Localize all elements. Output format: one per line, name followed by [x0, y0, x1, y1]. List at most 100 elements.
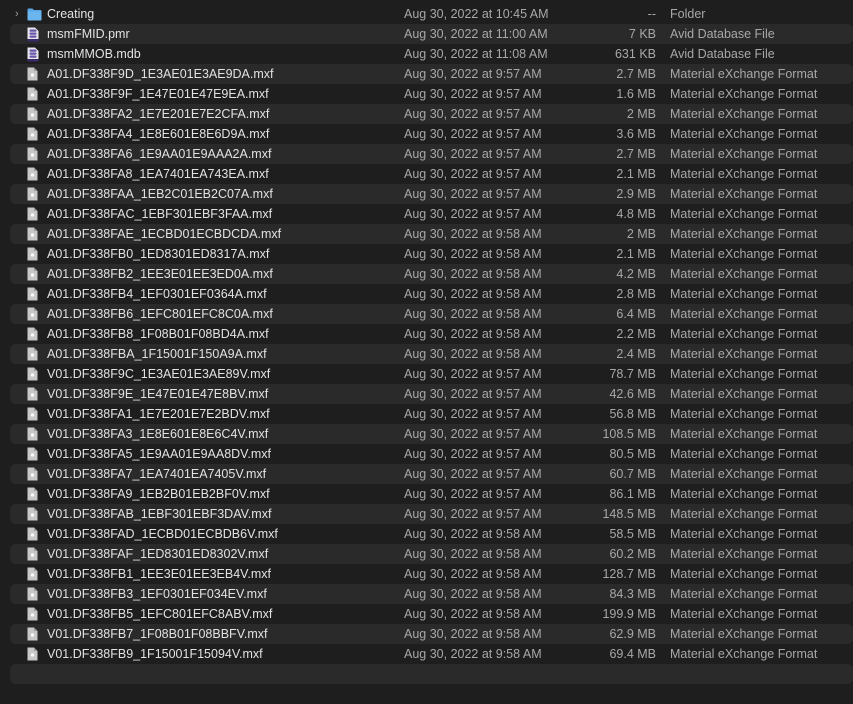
- file-size: 631 KB: [614, 47, 656, 61]
- chevron-right-icon[interactable]: ›: [15, 4, 25, 24]
- file-row[interactable]: V01.DF338FA1_1E7E201E7E2BDV.mxf Aug 30, 2…: [0, 404, 853, 424]
- file-row[interactable]: V01.DF338FB5_1EFC801EFC8ABV.mxf Aug 30, 2…: [0, 604, 853, 624]
- file-size: 2 MB: [626, 107, 656, 121]
- file-date-modified: Aug 30, 2022 at 9:57 AM: [404, 407, 542, 421]
- file-kind: Material eXchange Format: [670, 267, 818, 281]
- file-row[interactable]: V01.DF338FA9_1EB2B01EB2BF0V.mxf Aug 30, 2…: [0, 484, 853, 504]
- file-row[interactable]: V01.DF338F9E_1E47E01E47E8BV.mxf Aug 30, 2…: [10, 384, 853, 404]
- file-kind: Material eXchange Format: [670, 587, 818, 601]
- file-row[interactable]: msmFMID.pmr Aug 30, 2022 at 11:00 AM 7 KB A…: [10, 24, 853, 44]
- file-size: 148.5 MB: [602, 507, 656, 521]
- file-size: 2.7 MB: [616, 67, 656, 81]
- file-row[interactable]: V01.DF338FB9_1F15001F15094V.mxf Aug 30, 2…: [0, 644, 853, 664]
- file-date-modified: Aug 30, 2022 at 11:00 AM: [404, 27, 548, 41]
- file-date-modified: Aug 30, 2022 at 9:57 AM: [404, 487, 542, 501]
- file-row[interactable]: A01.DF338FB2_1EE3E01EE3ED0A.mxf Aug 30, 2…: [10, 264, 853, 284]
- file-row[interactable]: V01.DF338FB3_1EF0301EF034EV.mxf Aug 30, 2…: [10, 584, 853, 604]
- file-row[interactable]: V01.DF338FAF_1ED8301ED8302V.mxf Aug 30, 2…: [10, 544, 853, 564]
- file-kind: Material eXchange Format: [670, 367, 818, 381]
- file-row[interactable]: A01.DF338F9F_1E47E01E47E9EA.mxf Aug 30, 2…: [0, 84, 853, 104]
- file-date-modified: Aug 30, 2022 at 9:57 AM: [404, 427, 542, 441]
- file-size: 108.5 MB: [602, 427, 656, 441]
- file-row[interactable]: › Creating Aug 30, 2022 at 10:45 AM -- Folde…: [0, 4, 853, 24]
- file-row[interactable]: V01.DF338FA3_1E8E601E8E6C4V.mxf Aug 30, 2…: [10, 424, 853, 444]
- file-kind: Avid Database File: [670, 27, 775, 41]
- file-kind: Material eXchange Format: [670, 147, 818, 161]
- file-row[interactable]: V01.DF338FA7_1EA7401EA7405V.mxf Aug 30, 2…: [10, 464, 853, 484]
- file-row[interactable]: V01.DF338FAD_1ECBD01ECBDB6V.mxf Aug 30, 2…: [0, 524, 853, 544]
- file-date-modified: Aug 30, 2022 at 9:58 AM: [404, 547, 542, 561]
- file-date-modified: Aug 30, 2022 at 9:57 AM: [404, 207, 542, 221]
- file-row[interactable]: V01.DF338FB7_1F08B01F08BBFV.mxf Aug 30, 2…: [10, 624, 853, 644]
- file-row[interactable]: A01.DF338FA4_1E8E601E8E6D9A.mxf Aug 30, 2…: [0, 124, 853, 144]
- file-row[interactable]: A01.DF338FAA_1EB2C01EB2C07A.mxf Aug 30, 2…: [10, 184, 853, 204]
- document-icon: [27, 567, 41, 581]
- document-icon: [27, 187, 41, 201]
- document-icon: [27, 67, 41, 81]
- file-size: 80.5 MB: [609, 447, 656, 461]
- file-kind: Material eXchange Format: [670, 107, 818, 121]
- file-row[interactable]: A01.DF338FBA_1F15001F150A9A.mxf Aug 30, 2…: [10, 344, 853, 364]
- file-name: V01.DF338F9E_1E47E01E47E8BV.mxf: [47, 387, 269, 401]
- file-kind: Material eXchange Format: [670, 187, 818, 201]
- file-date-modified: Aug 30, 2022 at 9:57 AM: [404, 447, 542, 461]
- file-row[interactable]: A01.DF338FB8_1F08B01F08BD4A.mxf Aug 30, 2…: [0, 324, 853, 344]
- file-size: 42.6 MB: [609, 387, 656, 401]
- file-row[interactable]: A01.DF338FB4_1EF0301EF0364A.mxf Aug 30, 2…: [0, 284, 853, 304]
- file-row[interactable]: V01.DF338FA5_1E9AA01E9AA8DV.mxf Aug 30, 2…: [0, 444, 853, 464]
- file-size: 60.2 MB: [609, 547, 656, 561]
- file-size: 4.8 MB: [616, 207, 656, 221]
- file-row[interactable]: A01.DF338FB0_1ED8301ED8317A.mxf Aug 30, 2…: [0, 244, 853, 264]
- file-row[interactable]: A01.DF338FB6_1EFC801EFC8C0A.mxf Aug 30, 2…: [10, 304, 853, 324]
- file-row[interactable]: A01.DF338FA8_1EA7401EA743EA.mxf Aug 30, 2…: [0, 164, 853, 184]
- file-name: A01.DF338FA8_1EA7401EA743EA.mxf: [47, 167, 269, 181]
- file-kind: Material eXchange Format: [670, 347, 818, 361]
- file-list: › Creating Aug 30, 2022 at 10:45 AM -- Folde…: [0, 4, 853, 704]
- file-date-modified: Aug 30, 2022 at 9:58 AM: [404, 267, 542, 281]
- file-row[interactable]: A01.DF338FAC_1EBF301EBF3FAA.mxf Aug 30, 2…: [0, 204, 853, 224]
- document-icon: [27, 327, 41, 341]
- file-kind: Material eXchange Format: [670, 227, 818, 241]
- file-name: A01.DF338FB2_1EE3E01EE3ED0A.mxf: [47, 267, 273, 281]
- file-name: A01.DF338FAA_1EB2C01EB2C07A.mxf: [47, 187, 273, 201]
- file-date-modified: Aug 30, 2022 at 9:58 AM: [404, 607, 542, 621]
- file-size: 2 MB: [626, 227, 656, 241]
- file-name: V01.DF338FAF_1ED8301ED8302V.mxf: [47, 547, 269, 561]
- file-name: A01.DF338FA4_1E8E601E8E6D9A.mxf: [47, 127, 270, 141]
- document-icon: [27, 587, 41, 601]
- document-icon: [27, 627, 41, 641]
- file-row[interactable]: A01.DF338FAE_1ECBD01ECBDCDA.mxf Aug 30, 2…: [10, 224, 853, 244]
- file-row[interactable]: V01.DF338FAB_1EBF301EBF3DAV.mxf Aug 30, 2…: [10, 504, 853, 524]
- document-icon: [27, 607, 41, 621]
- file-kind: Material eXchange Format: [670, 407, 818, 421]
- file-row[interactable]: A01.DF338FA6_1E9AA01E9AAA2A.mxf Aug 30, 2…: [10, 144, 853, 164]
- file-name: V01.DF338FB7_1F08B01F08BBFV.mxf: [47, 627, 268, 641]
- file-row[interactable]: V01.DF338F9C_1E3AE01E3AE89V.mxf Aug 30, 2…: [0, 364, 853, 384]
- file-row[interactable]: A01.DF338F9D_1E3AE01E3AE9DA.mxf Aug 30, 2…: [10, 64, 853, 84]
- file-name: A01.DF338F9F_1E47E01E47E9EA.mxf: [47, 87, 269, 101]
- file-kind: Material eXchange Format: [670, 447, 818, 461]
- file-name: A01.DF338FB0_1ED8301ED8317A.mxf: [47, 247, 270, 261]
- file-row[interactable]: V01.DF338FB1_1EE3E01EE3EB4V.mxf Aug 30, 2…: [0, 564, 853, 584]
- file-size: 69.4 MB: [609, 647, 656, 661]
- file-name: V01.DF338FB3_1EF0301EF034EV.mxf: [47, 587, 267, 601]
- file-name: V01.DF338FA9_1EB2B01EB2BF0V.mxf: [47, 487, 270, 501]
- document-icon: [27, 267, 41, 281]
- file-date-modified: Aug 30, 2022 at 9:57 AM: [404, 187, 542, 201]
- file-date-modified: Aug 30, 2022 at 10:45 AM: [404, 7, 549, 21]
- database-file-icon: [27, 27, 41, 42]
- document-icon: [27, 227, 41, 241]
- document-icon: [27, 527, 41, 541]
- file-kind: Material eXchange Format: [670, 387, 818, 401]
- file-date-modified: Aug 30, 2022 at 9:57 AM: [404, 107, 542, 121]
- file-size: 2.1 MB: [616, 247, 656, 261]
- file-kind: Material eXchange Format: [670, 167, 818, 181]
- file-size: 3.6 MB: [616, 127, 656, 141]
- file-name: V01.DF338FA3_1E8E601E8E6C4V.mxf: [47, 427, 269, 441]
- file-name: V01.DF338FB9_1F15001F15094V.mxf: [47, 647, 263, 661]
- file-row[interactable]: A01.DF338FA2_1E7E201E7E2CFA.mxf Aug 30, 2…: [10, 104, 853, 124]
- file-kind: Material eXchange Format: [670, 87, 818, 101]
- file-row[interactable]: msmMMOB.mdb Aug 30, 2022 at 11:08 AM 631 K…: [0, 44, 853, 64]
- file-kind: Material eXchange Format: [670, 207, 818, 221]
- file-date-modified: Aug 30, 2022 at 9:58 AM: [404, 587, 542, 601]
